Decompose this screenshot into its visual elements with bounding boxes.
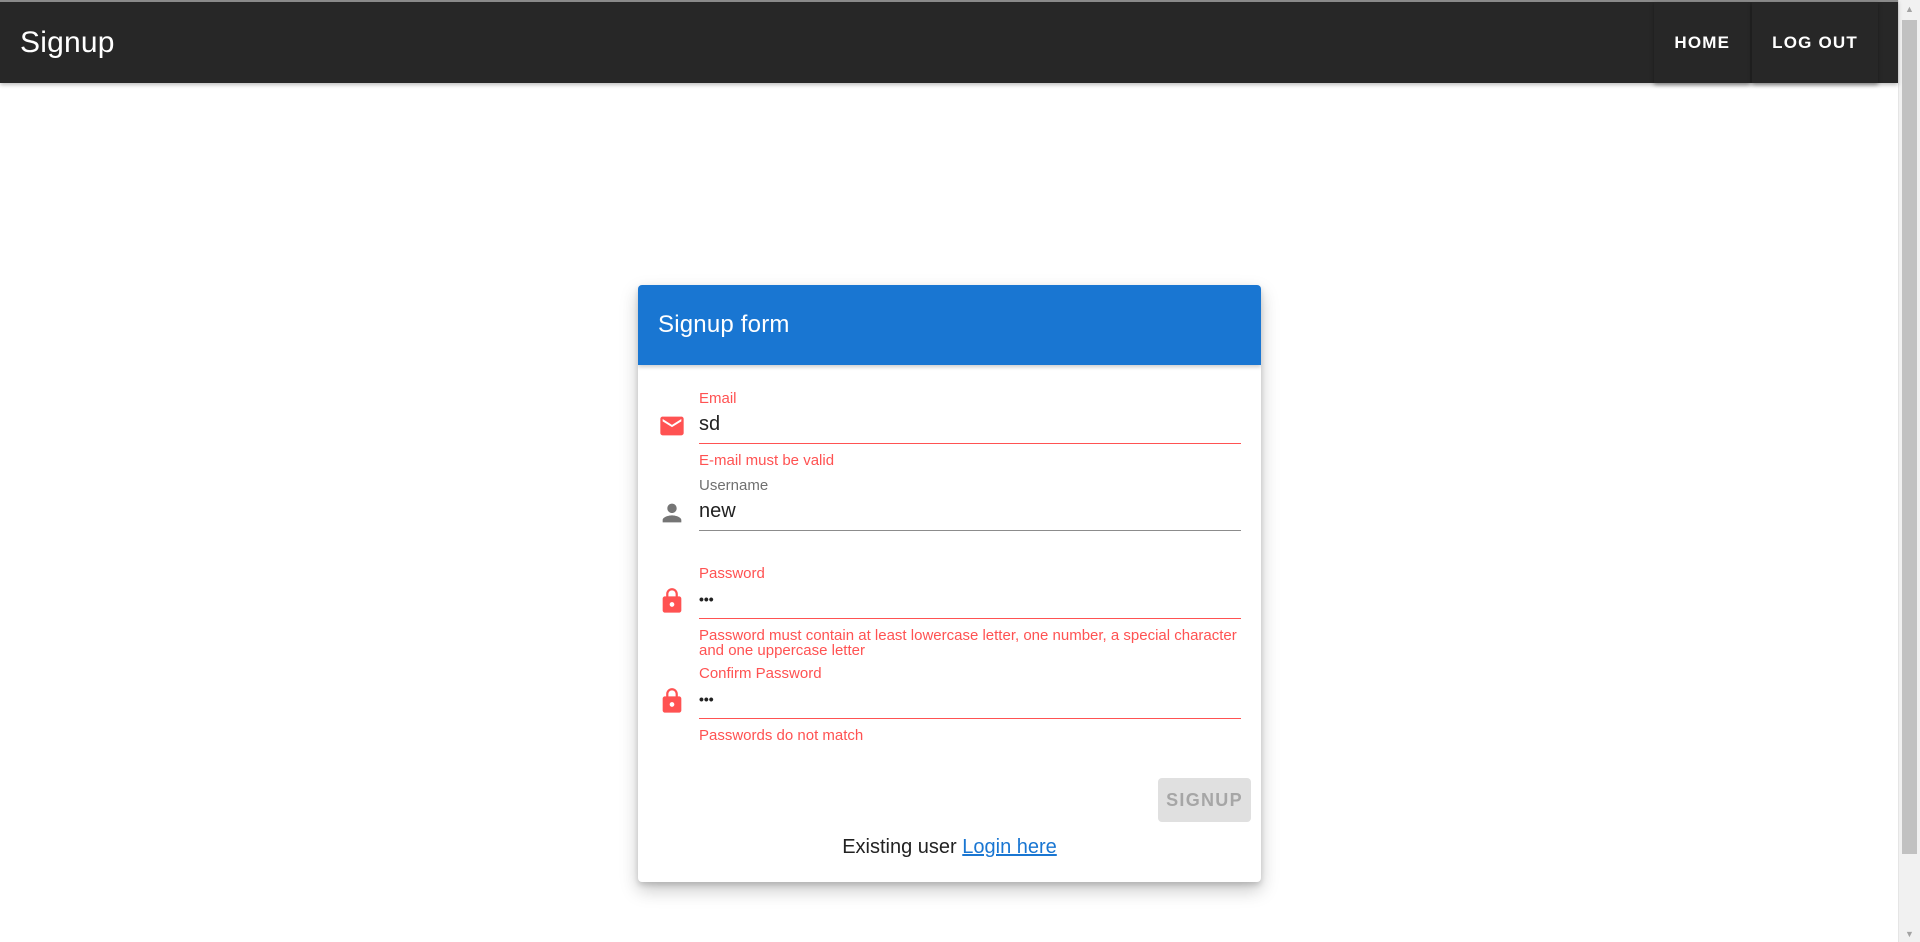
password-field: Password ••• Password must contain at le…	[658, 565, 1241, 665]
person-icon	[658, 499, 686, 527]
form-title: Signup form	[658, 311, 790, 338]
password-input[interactable]: •••	[699, 585, 1241, 613]
username-field: Username	[658, 477, 1241, 557]
app-title: Signup	[20, 26, 115, 59]
confirm-password-error: Passwords do not match	[699, 727, 864, 744]
password-label: Password	[699, 565, 765, 582]
existing-user-text: Existing user	[842, 836, 957, 858]
username-input[interactable]	[699, 497, 1241, 525]
lock-icon	[658, 687, 686, 715]
confirm-password-label: Confirm Password	[699, 665, 822, 682]
confirm-password-underline	[699, 718, 1241, 719]
app-window: Signup HOME LOG OUT Signup form Email E-…	[0, 0, 1920, 942]
email-field: Email E-mail must be valid	[658, 390, 1241, 470]
password-underline	[699, 618, 1241, 619]
email-label: Email	[699, 390, 737, 407]
nav-bar: HOME LOG OUT	[1652, 2, 1878, 83]
login-prompt: Existing user Login here	[638, 836, 1261, 859]
email-input[interactable]	[699, 410, 1241, 438]
username-underline	[699, 530, 1241, 531]
confirm-password-input[interactable]: •••	[699, 685, 1241, 713]
logout-button[interactable]: LOG OUT	[1752, 2, 1878, 83]
mail-icon	[658, 412, 686, 440]
scroll-down-icon[interactable]: ▼	[1899, 925, 1920, 942]
scroll-thumb[interactable]	[1902, 20, 1917, 854]
signup-button[interactable]: SIGNUP	[1158, 778, 1251, 822]
vertical-scrollbar[interactable]: ▲ ▼	[1898, 0, 1920, 942]
app-bar: Signup HOME LOG OUT	[0, 0, 1898, 83]
home-button[interactable]: HOME	[1654, 2, 1751, 83]
signup-card: Signup form Email E-mail must be valid U…	[638, 285, 1261, 882]
login-link[interactable]: Login here	[962, 836, 1057, 858]
password-error: Password must contain at least lowercase…	[699, 627, 1237, 659]
confirm-password-field: Confirm Password ••• Passwords do not ma…	[658, 665, 1241, 745]
scroll-up-icon[interactable]: ▲	[1899, 0, 1920, 17]
email-underline	[699, 443, 1241, 444]
email-error: E-mail must be valid	[699, 452, 835, 469]
lock-icon	[658, 587, 686, 615]
username-label: Username	[699, 477, 769, 494]
card-header: Signup form	[638, 285, 1261, 365]
